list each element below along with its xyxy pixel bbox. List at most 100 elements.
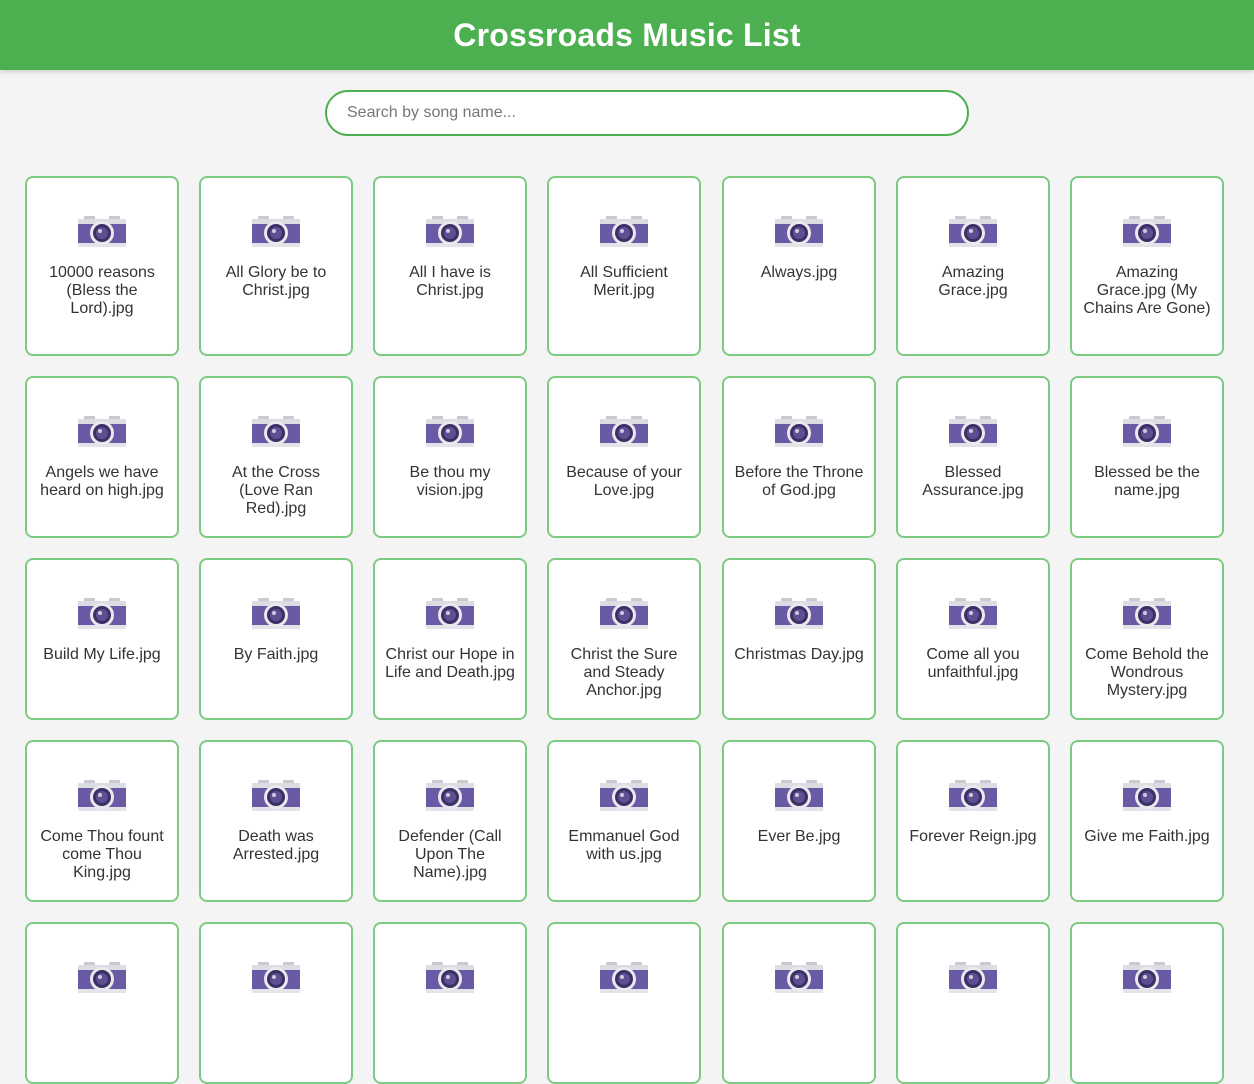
song-card[interactable] <box>199 922 353 1084</box>
camera-icon <box>252 416 300 464</box>
song-title: Always.jpg <box>760 264 838 281</box>
song-card[interactable] <box>373 922 527 1084</box>
song-card[interactable]: All Glory be to Christ.jpg <box>199 176 353 356</box>
song-card[interactable]: Emmanuel God with us.jpg <box>547 740 701 902</box>
camera-icon <box>78 780 126 828</box>
camera-icon <box>949 780 997 828</box>
song-title: Angels we have heard on high.jpg <box>40 464 164 499</box>
page-title: Crossroads Music List <box>453 16 801 53</box>
song-title: Before the Throne of God.jpg <box>734 464 864 499</box>
camera-icon <box>775 598 823 646</box>
song-title: Christ the Sure and Steady Anchor.jpg <box>570 646 678 699</box>
camera-icon <box>1123 962 1171 1010</box>
song-title: Be thou my vision.jpg <box>409 464 491 499</box>
camera-icon <box>426 780 474 828</box>
camera-icon <box>252 216 300 264</box>
search-bar <box>325 90 969 136</box>
camera-icon <box>949 598 997 646</box>
song-card[interactable]: Amazing Grace.jpg <box>896 176 1050 356</box>
song-title: Forever Reign.jpg <box>909 828 1037 845</box>
song-card[interactable]: Angels we have heard on high.jpg <box>25 376 179 538</box>
song-title: Death was Arrested.jpg <box>232 828 320 863</box>
song-title: Come all you unfaithful.jpg <box>926 646 1020 681</box>
camera-icon <box>949 216 997 264</box>
song-card[interactable]: Defender (Call Upon The Name).jpg <box>373 740 527 902</box>
camera-icon <box>78 962 126 1010</box>
camera-icon <box>252 598 300 646</box>
song-title: Come Behold the Wondrous Mystery.jpg <box>1085 646 1209 699</box>
camera-icon <box>600 598 648 646</box>
camera-icon <box>600 416 648 464</box>
camera-icon <box>426 216 474 264</box>
camera-icon <box>1123 416 1171 464</box>
search-input[interactable] <box>325 90 969 136</box>
song-card[interactable]: Come all you unfaithful.jpg <box>896 558 1050 720</box>
song-title: Emmanuel God with us.jpg <box>568 828 680 863</box>
song-card[interactable] <box>722 922 876 1084</box>
camera-icon <box>1123 780 1171 828</box>
song-title: Blessed be the name.jpg <box>1094 464 1200 499</box>
song-title: Come Thou fount come Thou King.jpg <box>40 828 164 881</box>
song-card[interactable]: Christ our Hope in Life and Death.jpg <box>373 558 527 720</box>
song-card[interactable] <box>896 922 1050 1084</box>
song-card[interactable]: All I have is Christ.jpg <box>373 176 527 356</box>
song-title: Give me Faith.jpg <box>1084 828 1210 845</box>
song-title: All Sufficient Merit.jpg <box>580 264 668 299</box>
song-title: 10000 reasons (Bless the Lord).jpg <box>49 264 155 317</box>
camera-icon <box>78 416 126 464</box>
song-title: All I have is Christ.jpg <box>409 264 491 299</box>
song-card[interactable]: Blessed be the name.jpg <box>1070 376 1224 538</box>
song-card[interactable]: Because of your Love.jpg <box>547 376 701 538</box>
song-card[interactable]: Amazing Grace.jpg (My Chains Are Gone) <box>1070 176 1224 356</box>
camera-icon <box>600 780 648 828</box>
song-title: By Faith.jpg <box>233 646 319 663</box>
song-title: Christmas Day.jpg <box>734 646 864 663</box>
song-title: Amazing Grace.jpg (My Chains Are Gone) <box>1083 264 1211 317</box>
camera-icon <box>252 962 300 1010</box>
song-card[interactable] <box>25 922 179 1084</box>
camera-icon <box>1123 216 1171 264</box>
song-card[interactable]: At the Cross (Love Ran Red).jpg <box>199 376 353 538</box>
song-title: Because of your Love.jpg <box>566 464 682 499</box>
camera-icon <box>78 598 126 646</box>
song-card[interactable]: Before the Throne of God.jpg <box>722 376 876 538</box>
song-card[interactable]: Always.jpg <box>722 176 876 356</box>
song-card[interactable]: Be thou my vision.jpg <box>373 376 527 538</box>
song-card[interactable]: Give me Faith.jpg <box>1070 740 1224 902</box>
song-card[interactable] <box>547 922 701 1084</box>
camera-icon <box>775 416 823 464</box>
song-card[interactable]: Forever Reign.jpg <box>896 740 1050 902</box>
song-title: Amazing Grace.jpg <box>938 264 1008 299</box>
camera-icon <box>949 416 997 464</box>
song-card[interactable]: By Faith.jpg <box>199 558 353 720</box>
song-card[interactable]: Ever Be.jpg <box>722 740 876 902</box>
song-title: At the Cross (Love Ran Red).jpg <box>231 464 321 517</box>
camera-icon <box>949 962 997 1010</box>
song-title: Christ our Hope in Life and Death.jpg <box>385 646 515 681</box>
song-card[interactable]: Come Thou fount come Thou King.jpg <box>25 740 179 902</box>
camera-icon <box>600 216 648 264</box>
song-title: Build My Life.jpg <box>43 646 161 663</box>
song-card[interactable]: Christ the Sure and Steady Anchor.jpg <box>547 558 701 720</box>
camera-icon <box>775 962 823 1010</box>
song-title: Ever Be.jpg <box>757 828 841 845</box>
song-card[interactable]: Build My Life.jpg <box>25 558 179 720</box>
camera-icon <box>775 780 823 828</box>
camera-icon <box>426 416 474 464</box>
song-card[interactable]: Come Behold the Wondrous Mystery.jpg <box>1070 558 1224 720</box>
song-card[interactable]: All Sufficient Merit.jpg <box>547 176 701 356</box>
song-title: Defender (Call Upon The Name).jpg <box>398 828 502 881</box>
song-title: All Glory be to Christ.jpg <box>225 264 327 299</box>
camera-icon <box>426 598 474 646</box>
song-card[interactable]: Christmas Day.jpg <box>722 558 876 720</box>
song-card[interactable] <box>1070 922 1224 1084</box>
song-card[interactable]: Death was Arrested.jpg <box>199 740 353 902</box>
camera-icon <box>252 780 300 828</box>
camera-icon <box>1123 598 1171 646</box>
song-title: Blessed Assurance.jpg <box>922 464 1024 499</box>
app-header: Crossroads Music List <box>0 0 1254 70</box>
camera-icon <box>600 962 648 1010</box>
song-card[interactable]: 10000 reasons (Bless the Lord).jpg <box>25 176 179 356</box>
song-card[interactable]: Blessed Assurance.jpg <box>896 376 1050 538</box>
camera-icon <box>426 962 474 1010</box>
